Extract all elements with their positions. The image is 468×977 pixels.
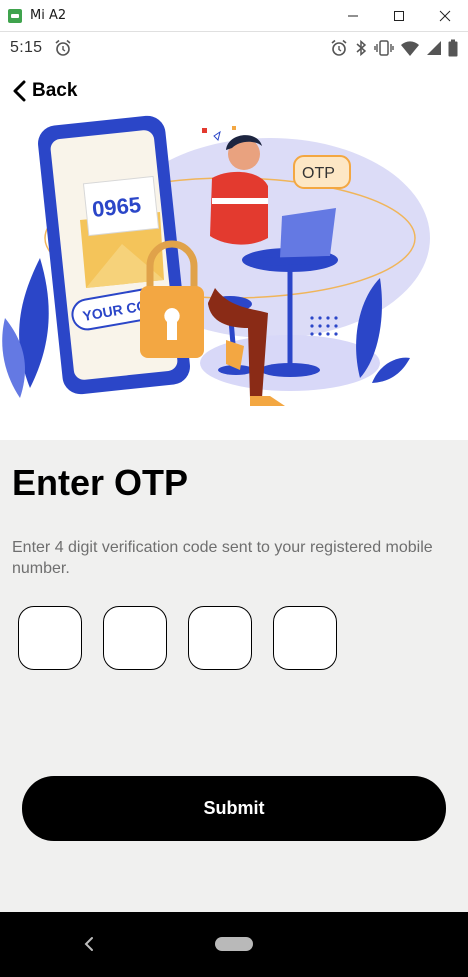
otp-digit-2[interactable] [103,606,167,670]
vibrate-icon [374,40,394,56]
wifi-icon [401,41,419,56]
header-area: Back 0965 YOUR CODE OTP [0,64,468,440]
laptop-screen [280,208,336,258]
instruction-text: Enter 4 digit verification code sent to … [12,539,433,577]
table-base [260,363,320,377]
close-button[interactable] [422,0,468,32]
confetti-2 [213,130,221,141]
back-button[interactable]: Back [12,80,77,102]
page-title: Enter OTP [12,462,189,503]
battery-icon [448,39,458,57]
minimize-button[interactable] [330,0,376,32]
window-title: Mi A2 [30,8,67,23]
otp-form: Enter OTP Enter 4 digit verification cod… [0,440,468,912]
status-bar: 5:15 [0,32,468,64]
close-icon [439,10,451,21]
code-text: 0965 [91,192,142,222]
person-torso [210,171,268,245]
app-icon [8,8,22,23]
app-window: Mi A2 5:15 Back 0965 YOUR CODE OTP Enter… [0,0,468,977]
status-icons [330,39,458,57]
shirt-stripe [212,198,268,204]
submit-button[interactable]: Submit [22,776,446,841]
alarm-icon [55,39,71,56]
otp-input-group [18,606,337,670]
maximize-button[interactable] [376,0,422,32]
navigation-bar [0,912,468,977]
minimize-icon [348,15,358,16]
confetti-3 [232,126,236,130]
chevron-left-icon [13,80,26,102]
status-time: 5:15 [10,39,43,56]
back-label: Back [32,80,78,101]
signal-icon [427,41,441,55]
otp-digit-3[interactable] [188,606,252,670]
otp-digit-1[interactable] [18,606,82,670]
window-title-bar: Mi A2 [0,0,468,32]
nav-back-icon[interactable] [82,934,96,954]
maximize-icon [394,10,404,21]
window-controls [330,0,468,32]
confetti [202,128,207,133]
otp-badge-text: OTP [302,165,335,182]
alarm-icon [331,39,347,56]
otp-illustration: 0965 YOUR CODE OTP [2,115,430,406]
nav-home-pill[interactable] [215,937,253,951]
bluetooth-icon [356,39,367,57]
otp-digit-4[interactable] [273,606,337,670]
person-shoes [250,396,285,406]
